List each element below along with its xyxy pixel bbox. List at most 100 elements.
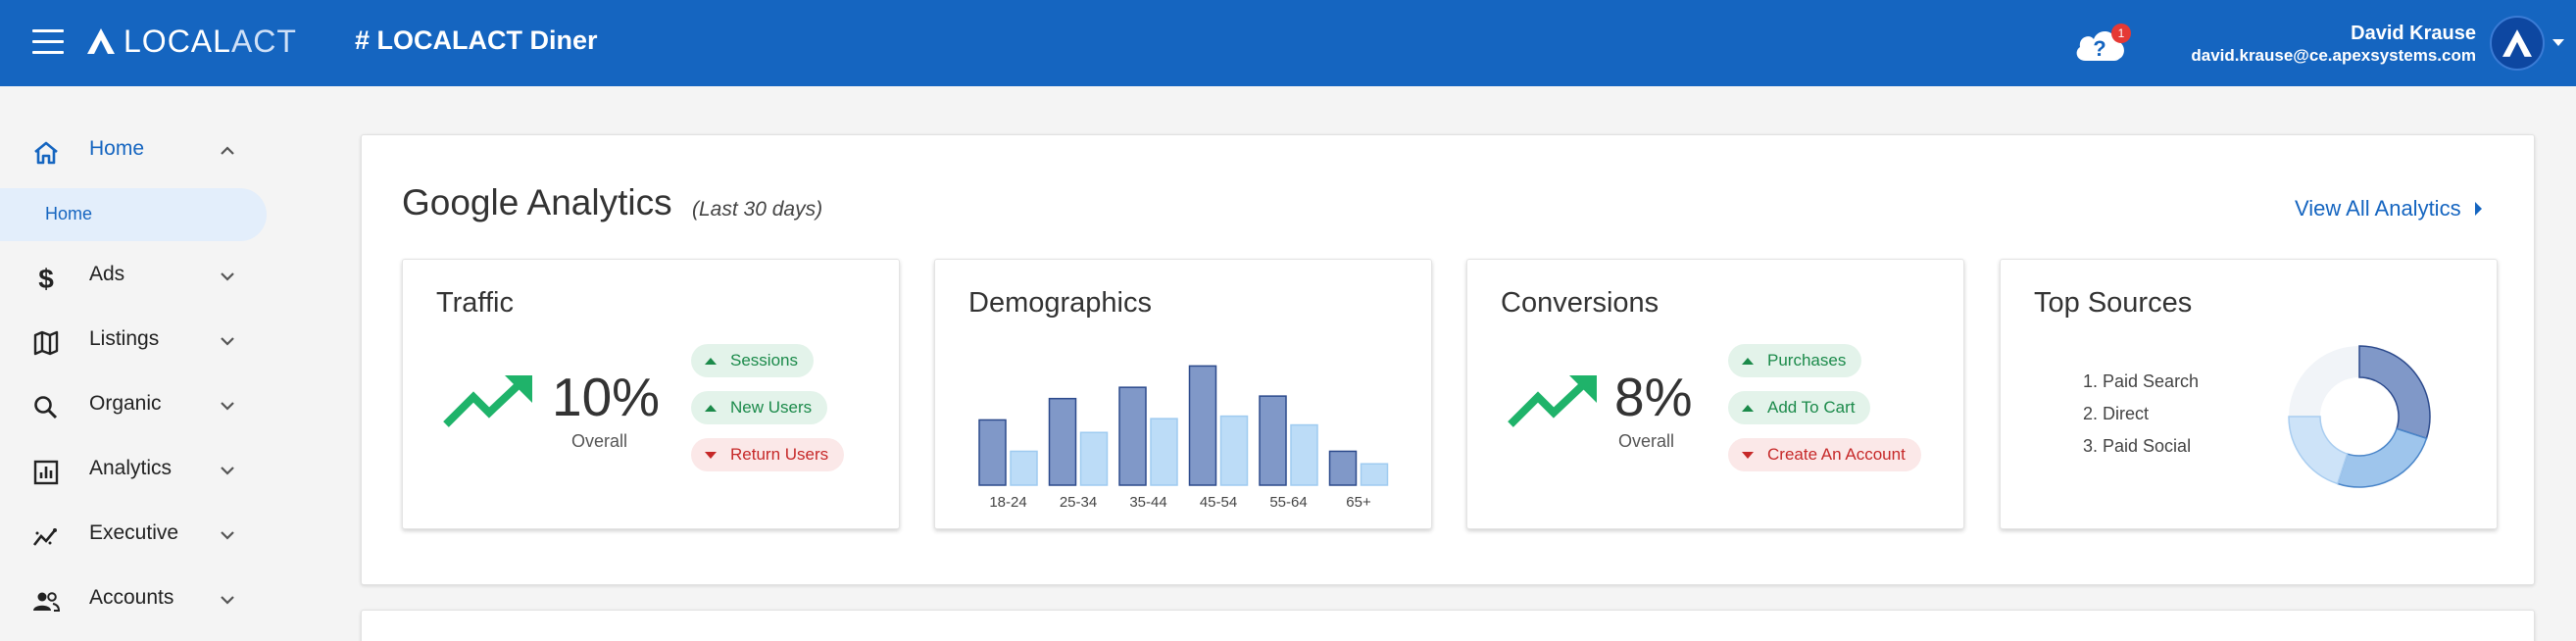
- panel-title: Conversions: [1501, 287, 1660, 319]
- caret-right-icon: [2474, 202, 2482, 216]
- trending-up-icon: [443, 375, 532, 427]
- top-app-bar: LOCALACT # LOCALACT Diner ? 1 David Krau…: [0, 0, 2576, 86]
- home-icon: [34, 141, 58, 165]
- sidebar-item-label: Organic: [89, 392, 162, 415]
- donut-slice: [2288, 416, 2349, 485]
- trend-line-icon: [32, 528, 57, 546]
- top-sources-panel[interactable]: Top Sources 1. Paid Search 2. Direct 3. …: [2000, 259, 2498, 529]
- traffic-panel[interactable]: Traffic 10% Overall Sessions New Users R…: [402, 259, 900, 529]
- sidebar-item-label: Analytics: [89, 457, 173, 479]
- add-to-cart-pill[interactable]: Add To Cart: [1728, 391, 1871, 424]
- pill-label: Return Users: [730, 445, 829, 464]
- trending-up-icon: [1508, 375, 1597, 427]
- sidebar-subitem-home[interactable]: Home: [0, 188, 267, 241]
- dollar-icon: $: [38, 264, 54, 293]
- traffic-caption: Overall: [571, 431, 628, 451]
- sidebar-item-executive[interactable]: Executive: [0, 510, 274, 559]
- logo-mark-icon: [87, 28, 115, 54]
- sidebar-item-label: Accounts: [89, 586, 174, 609]
- list-item: 3. Paid Social: [2083, 436, 2192, 456]
- user-email: david.krause@ce.apexsystems.com: [2191, 46, 2476, 65]
- sidebar-item-label: Home: [89, 137, 145, 160]
- conversions-caption: Overall: [1618, 431, 1675, 451]
- view-all-label: View All Analytics: [2295, 196, 2461, 221]
- sidebar-item-accounts[interactable]: Accounts: [0, 574, 274, 623]
- map-icon: [33, 330, 59, 356]
- sidebar-item-analytics[interactable]: Analytics: [0, 445, 274, 494]
- sidebar-item-ads[interactable]: $ Ads: [0, 251, 274, 300]
- sidebar-item-listings[interactable]: Listings: [0, 316, 274, 365]
- chevron-down-icon: [221, 531, 234, 540]
- x-tick-label: 65+: [1346, 494, 1371, 511]
- list-item: 2. Direct: [2083, 404, 2150, 423]
- purchases-pill[interactable]: Purchases: [1728, 344, 1862, 377]
- sidebar-item-organic[interactable]: Organic: [0, 380, 274, 429]
- arrow-up-icon: [1742, 357, 1754, 365]
- chevron-down-icon: [221, 467, 234, 475]
- top-sources-donut-chart: [2288, 345, 2431, 488]
- arrow-up-icon: [1742, 404, 1754, 412]
- section-title: Google Analytics: [402, 182, 672, 222]
- demographics-panel[interactable]: Demographics 18-24 25-34 35-44 45-54 55-64 65…: [934, 259, 1432, 529]
- chevron-down-icon: [221, 272, 234, 281]
- chevron-down-icon: [221, 402, 234, 411]
- sidebar-subitem-label: Home: [45, 204, 93, 223]
- donut-slice: [2358, 345, 2431, 440]
- panel-title: Top Sources: [2034, 287, 2193, 319]
- chart-bar: [1150, 418, 1178, 486]
- chart-bar: [1328, 450, 1358, 486]
- user-menu-caret-icon[interactable]: [2552, 39, 2564, 46]
- chevron-down-icon: [221, 337, 234, 346]
- sidebar: Home Home $ Ads Listings Organic Analyti…: [0, 86, 294, 641]
- localact-logo[interactable]: LOCALACT: [86, 22, 297, 61]
- sidebar-item-home[interactable]: Home: [0, 125, 274, 174]
- notification-badge: 1: [2111, 24, 2131, 43]
- svg-text:?: ?: [2093, 36, 2105, 61]
- donut-slice: [2336, 427, 2428, 488]
- chart-bar: [978, 419, 1007, 486]
- sessions-pill[interactable]: Sessions: [691, 344, 814, 377]
- list-item: 1. Paid Search: [2083, 371, 2200, 391]
- pill-label: Create An Account: [1767, 445, 1906, 464]
- chart-bar: [1079, 431, 1109, 486]
- pill-label: Add To Cart: [1767, 398, 1856, 417]
- conversions-panel[interactable]: Conversions 8% Overall Purchases Add To …: [1466, 259, 1964, 529]
- hamburger-menu-icon[interactable]: [32, 29, 64, 57]
- x-tick-label: 25-34: [1060, 494, 1097, 511]
- chart-bar: [1219, 415, 1249, 486]
- conversions-value: 8%: [1614, 367, 1693, 427]
- new-users-pill[interactable]: New Users: [691, 391, 828, 424]
- pill-label: Sessions: [730, 351, 798, 370]
- avatar[interactable]: [2490, 16, 2545, 71]
- avatar-logo-icon: [2502, 29, 2532, 57]
- arrow-down-icon: [705, 451, 717, 459]
- view-all-analytics-link[interactable]: View All Analytics: [2295, 196, 2482, 222]
- next-card: [361, 610, 2535, 641]
- sidebar-item-label: Listings: [89, 327, 160, 350]
- people-icon: [33, 592, 61, 612]
- arrow-up-icon: [705, 357, 717, 365]
- x-tick-label: 55-64: [1269, 494, 1307, 511]
- logo-text: LOCALACT: [124, 23, 297, 59]
- search-icon: [34, 396, 58, 419]
- sidebar-item-label: Executive: [89, 521, 179, 544]
- chart-bar: [1259, 395, 1287, 486]
- return-users-pill[interactable]: Return Users: [691, 438, 845, 471]
- chart-bar: [1010, 450, 1038, 486]
- arrow-down-icon: [1742, 451, 1754, 459]
- panel-title: Traffic: [436, 287, 514, 319]
- arrow-up-icon: [705, 404, 717, 412]
- create-account-pill[interactable]: Create An Account: [1728, 438, 1921, 471]
- chart-bar: [1188, 365, 1217, 486]
- sidebar-item-label: Ads: [89, 263, 125, 285]
- pill-label: New Users: [730, 398, 813, 417]
- user-name: David Krause: [2351, 23, 2476, 44]
- pill-label: Purchases: [1767, 351, 1847, 370]
- user-info[interactable]: David Krause david.krause@ce.apexsystems…: [2191, 22, 2476, 67]
- demographics-bar-chart: 18-24 25-34 35-44 45-54 55-64 65+: [978, 365, 1389, 511]
- traffic-value: 10%: [552, 367, 661, 427]
- panel-title: Demographics: [968, 287, 1152, 319]
- sources-list: 1. Paid Search 2. Direct 3. Paid Social: [2083, 366, 2199, 463]
- svg-text:$: $: [38, 264, 54, 293]
- x-tick-label: 45-54: [1200, 494, 1237, 511]
